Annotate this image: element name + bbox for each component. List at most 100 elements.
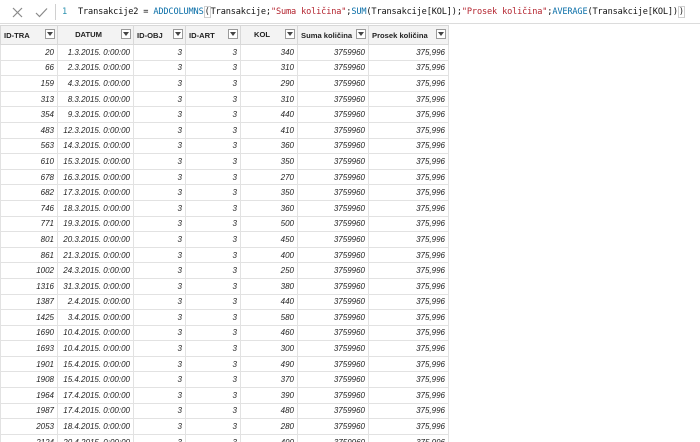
table-cell[interactable]: 1693 [0,340,58,357]
table-cell[interactable]: 460 [240,324,298,342]
table-cell[interactable]: 1987 [0,402,58,420]
table-cell[interactable]: 20.4.2015. 0:00:00 [57,433,134,442]
table-cell[interactable]: 1002 [0,262,58,279]
table-cell[interactable]: 20.3.2015. 0:00:00 [57,231,134,248]
table-cell[interactable]: 3 [185,44,241,61]
table-cell[interactable]: 1964 [0,387,58,404]
table-cell[interactable]: 480 [240,402,298,420]
table-cell[interactable]: 861 [0,246,58,264]
table-cell[interactable]: 375,996 [368,324,449,342]
table-cell[interactable]: 3 [133,293,186,311]
table-cell[interactable]: 1316 [0,277,58,295]
table-cell[interactable]: 3 [185,168,241,186]
table-cell[interactable]: 375,996 [368,90,449,108]
table-cell[interactable]: 3759960 [297,402,369,420]
table-cell[interactable]: 350 [240,153,298,170]
table-row[interactable]: 1693 10.4.2015. 0:00:00 3 3 300 3759960 375,99… [0,340,449,357]
table-cell[interactable]: 3 [185,215,241,233]
table-row[interactable]: 678 16.3.2015. 0:00:00 3 3 270 3759960 375,996 [0,168,449,186]
table-cell[interactable]: 3759960 [297,371,369,389]
table-row[interactable]: 66 2.3.2015. 0:00:00 3 3 310 3759960 375,996 [0,59,449,77]
table-cell[interactable]: 3759960 [297,44,369,61]
column-filter-button[interactable] [436,29,446,39]
table-cell[interactable]: 3 [185,90,241,108]
column-header[interactable]: Prosek količina [368,25,449,45]
table-cell[interactable]: 3759960 [297,277,369,295]
table-cell[interactable]: 1425 [0,309,58,326]
table-cell[interactable]: 3759960 [297,199,369,217]
table-cell[interactable]: 375,996 [368,215,449,233]
table-cell[interactable]: 1908 [0,371,58,389]
table-cell[interactable]: 19.3.2015. 0:00:00 [57,215,134,233]
table-cell[interactable]: 313 [0,90,58,108]
table-cell[interactable]: 3 [185,355,241,373]
table-cell[interactable]: 17.4.2015. 0:00:00 [57,387,134,404]
table-cell[interactable]: 3 [133,340,186,357]
column-header[interactable]: DATUM [57,25,134,45]
table-cell[interactable]: 375,996 [368,418,449,435]
table-cell[interactable]: 375,996 [368,355,449,373]
table-cell[interactable]: 3759960 [297,309,369,326]
table-cell[interactable]: 3 [133,402,186,420]
table-row[interactable]: 682 17.3.2015. 0:00:00 3 3 350 3759960 375,996 [0,184,449,201]
table-cell[interactable]: 21.3.2015. 0:00:00 [57,246,134,264]
table-cell[interactable]: 3759960 [297,387,369,404]
table-cell[interactable]: 3 [133,44,186,61]
table-cell[interactable]: 2053 [0,418,58,435]
table-cell[interactable]: 3759960 [297,246,369,264]
table-cell[interactable]: 66 [0,59,58,77]
table-cell[interactable]: 3 [133,59,186,77]
table-cell[interactable]: 9.3.2015. 0:00:00 [57,106,134,123]
table-cell[interactable]: 580 [240,309,298,326]
table-cell[interactable]: 3 [133,75,186,92]
table-cell[interactable]: 3 [185,293,241,311]
table-row[interactable]: 212420.4.2015. 0:00:00334903759960375,99… [0,433,449,442]
table-cell[interactable]: 3 [185,59,241,77]
table-cell[interactable]: 3 [133,433,186,442]
table-cell[interactable]: 3 [133,153,186,170]
table-cell[interactable]: 3759960 [297,137,369,155]
table-cell[interactable]: 375,996 [368,231,449,248]
table-cell[interactable]: 10.4.2015. 0:00:00 [57,324,134,342]
table-cell[interactable]: 3 [185,387,241,404]
table-row[interactable]: 159 4.3.2015. 0:00:00 3 3 290 3759960 375,996 [0,75,449,92]
table-cell[interactable]: 340 [240,44,298,61]
table-cell[interactable]: 15.4.2015. 0:00:00 [57,371,134,389]
table-cell[interactable]: 801 [0,231,58,248]
table-cell[interactable]: 483 [0,121,58,139]
cancel-formula-button[interactable] [7,2,27,22]
table-cell[interactable]: 31.3.2015. 0:00:00 [57,277,134,295]
table-cell[interactable]: 1690 [0,324,58,342]
column-header[interactable]: KOL [240,25,298,45]
table-cell[interactable]: 12.3.2015. 0:00:00 [57,121,134,139]
table-cell[interactable]: 3759960 [297,75,369,92]
table-cell[interactable]: 15.4.2015. 0:00:00 [57,355,134,373]
table-cell[interactable]: 3 [185,184,241,201]
table-cell[interactable]: 3 [133,231,186,248]
table-cell[interactable]: 490 [240,355,298,373]
table-cell[interactable]: 1901 [0,355,58,373]
table-cell[interactable]: 17.4.2015. 0:00:00 [57,402,134,420]
table-cell[interactable]: 3 [133,215,186,233]
table-cell[interactable]: 678 [0,168,58,186]
table-cell[interactable]: 400 [240,246,298,264]
column-filter-button[interactable] [173,29,183,39]
table-cell[interactable]: 3759960 [297,324,369,342]
column-header[interactable]: ID-ART [185,25,241,45]
table-cell[interactable]: 771 [0,215,58,233]
table-cell[interactable]: 682 [0,184,58,201]
table-cell[interactable]: 354 [0,106,58,123]
table-row[interactable]: 771 19.3.2015. 0:00:00 3 3 500 3759960 375,996 [0,215,449,233]
table-row[interactable]: 861 21.3.2015. 0:00:00 3 3 400 3759960 375,996 [0,246,449,264]
table-row[interactable]: 1987 17.4.2015. 0:00:00 3 3 480 3759960 375,99… [0,402,449,420]
commit-formula-button[interactable] [31,2,51,22]
column-header[interactable]: ID-TRA [0,25,58,45]
table-cell[interactable]: 3 [185,262,241,279]
table-cell[interactable]: 3 [185,137,241,155]
table-cell[interactable]: 610 [0,153,58,170]
table-cell[interactable]: 3759960 [297,215,369,233]
table-cell[interactable]: 1.3.2015. 0:00:00 [57,44,134,61]
table-cell[interactable]: 3 [133,90,186,108]
column-filter-button[interactable] [228,29,238,39]
table-cell[interactable]: 375,996 [368,309,449,326]
